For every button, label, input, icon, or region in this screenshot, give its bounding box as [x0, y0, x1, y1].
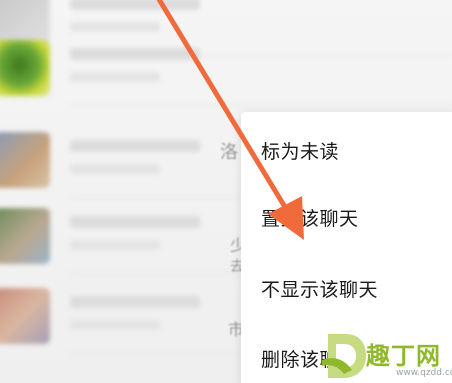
- watermark-url: www.qzdd.com: [396, 368, 452, 378]
- menu-item-hide-chat[interactable]: 不显示该聊天: [261, 275, 378, 302]
- chat-preview-text: 洛: [220, 142, 238, 163]
- menu-item-pin-chat[interactable]: 置顶该聊天: [261, 204, 359, 231]
- avatar: [0, 208, 50, 264]
- site-watermark: 趣丁网 www.qzdd.com: [322, 330, 452, 382]
- avatar: [0, 288, 50, 344]
- menu-item-mark-unread[interactable]: 标为未读: [261, 137, 339, 164]
- phone-screen: 洛 少 去 市 标为未读 置顶该聊天 不显示该聊天 删除该聊天 趣丁网 www.…: [0, 0, 452, 383]
- watermark-name: 趣丁网: [366, 342, 441, 370]
- watermark-logo-icon: [322, 334, 366, 378]
- avatar: [0, 40, 50, 96]
- chat-list-item[interactable]: [0, 30, 452, 106]
- avatar: [0, 132, 50, 188]
